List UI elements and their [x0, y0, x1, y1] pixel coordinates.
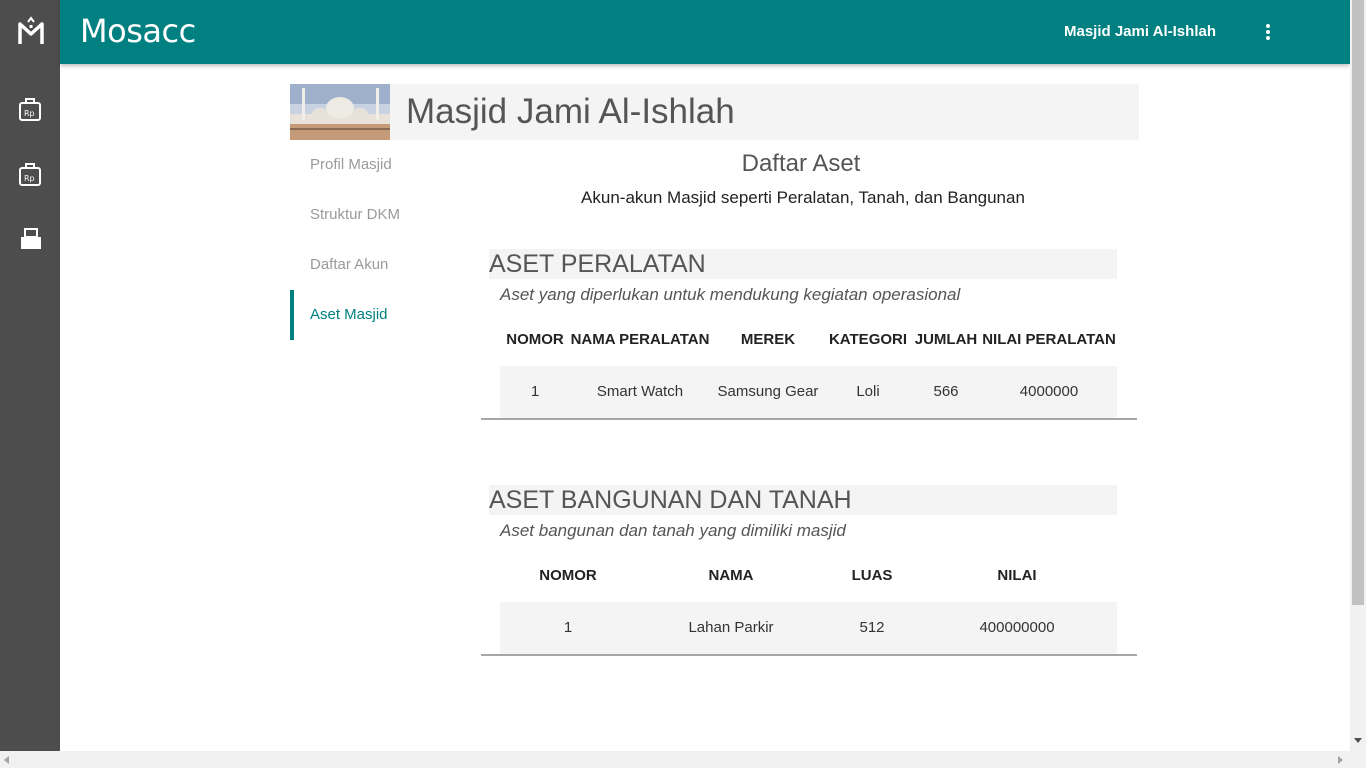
table-header: NOMOR — [506, 331, 564, 348]
scrollbar-thumb[interactable] — [1352, 0, 1364, 605]
vertical-scrollbar[interactable] — [1350, 0, 1366, 751]
scroll-down-icon[interactable] — [1354, 738, 1362, 743]
svg-text:Rp: Rp — [24, 109, 35, 118]
mosacc-logo-icon[interactable] — [17, 16, 45, 46]
org-name[interactable]: Masjid Jami Al-Ishlah — [1064, 23, 1216, 40]
section-heading-equipment: ASET PERALATAN — [489, 249, 1117, 279]
svg-text:Rp: Rp — [24, 174, 35, 183]
table-header: NAMA PERALATAN — [570, 331, 710, 348]
table-header: NILAI — [997, 567, 1037, 584]
table-cell: Lahan Parkir — [688, 619, 774, 636]
scroll-left-icon[interactable] — [4, 756, 9, 764]
menu-item-struktur-dkm[interactable]: Struktur DKM — [290, 190, 470, 240]
table-cell: Samsung Gear — [717, 383, 819, 400]
top-bar: Mosacc Masjid Jami Al-Ishlah — [60, 0, 1350, 64]
table-cell: 512 — [859, 619, 885, 636]
mosque-title: Masjid Jami Al-Ishlah — [406, 92, 735, 131]
table-cell: Loli — [856, 383, 880, 400]
menu-item-aset-masjid[interactable]: Aset Masjid — [290, 290, 470, 340]
more-vert-icon[interactable] — [1258, 22, 1278, 42]
table-cell: Smart Watch — [596, 383, 684, 400]
table-cell: 1 — [563, 619, 573, 636]
print-icon[interactable] — [18, 226, 44, 252]
section-description-property: Aset bangunan dan tanah yang dimiliki ma… — [500, 521, 846, 540]
section-heading-property: ASET BANGUNAN DAN TANAH — [489, 485, 1117, 515]
page-subtitle: Akun-akun Masjid seperti Peralatan, Tana… — [581, 188, 1025, 207]
section-description-equipment: Aset yang diperlukan untuk mendukung keg… — [500, 285, 961, 304]
report-icon[interactable]: Rp — [18, 161, 44, 187]
report-icon[interactable]: Rp — [18, 96, 44, 122]
page-title: Daftar Aset — [741, 150, 861, 177]
menu-item-profil-masjid[interactable]: Profil Masjid — [290, 140, 470, 190]
table-header: MEREK — [740, 331, 796, 348]
mosque-header: Masjid Jami Al-Ishlah — [290, 84, 1139, 140]
horizontal-scrollbar[interactable] — [0, 751, 1366, 768]
left-rail: Rp Rp — [0, 0, 60, 751]
scroll-right-icon[interactable] — [1338, 756, 1343, 764]
table-cell: 1 — [530, 383, 540, 400]
table-header: NOMOR — [539, 567, 597, 584]
table-cell: 4000000 — [1019, 383, 1079, 400]
table-cell: 566 — [933, 383, 959, 400]
divider — [481, 418, 1137, 420]
table-header: JUMLAH — [914, 331, 978, 348]
app-brand[interactable]: Mosacc — [80, 12, 196, 50]
table-header: NILAI PERALATAN — [982, 331, 1116, 348]
side-menu: Profil Masjid Struktur DKM Daftar Akun A… — [290, 140, 470, 340]
table-header: NAMA — [708, 567, 754, 584]
table-header: LUAS — [851, 567, 893, 584]
menu-item-daftar-akun[interactable]: Daftar Akun — [290, 240, 470, 290]
table-header: KATEGORI — [828, 331, 908, 348]
mosque-photo — [290, 84, 390, 140]
divider — [481, 654, 1137, 656]
table-cell: 400000000 — [979, 619, 1055, 636]
